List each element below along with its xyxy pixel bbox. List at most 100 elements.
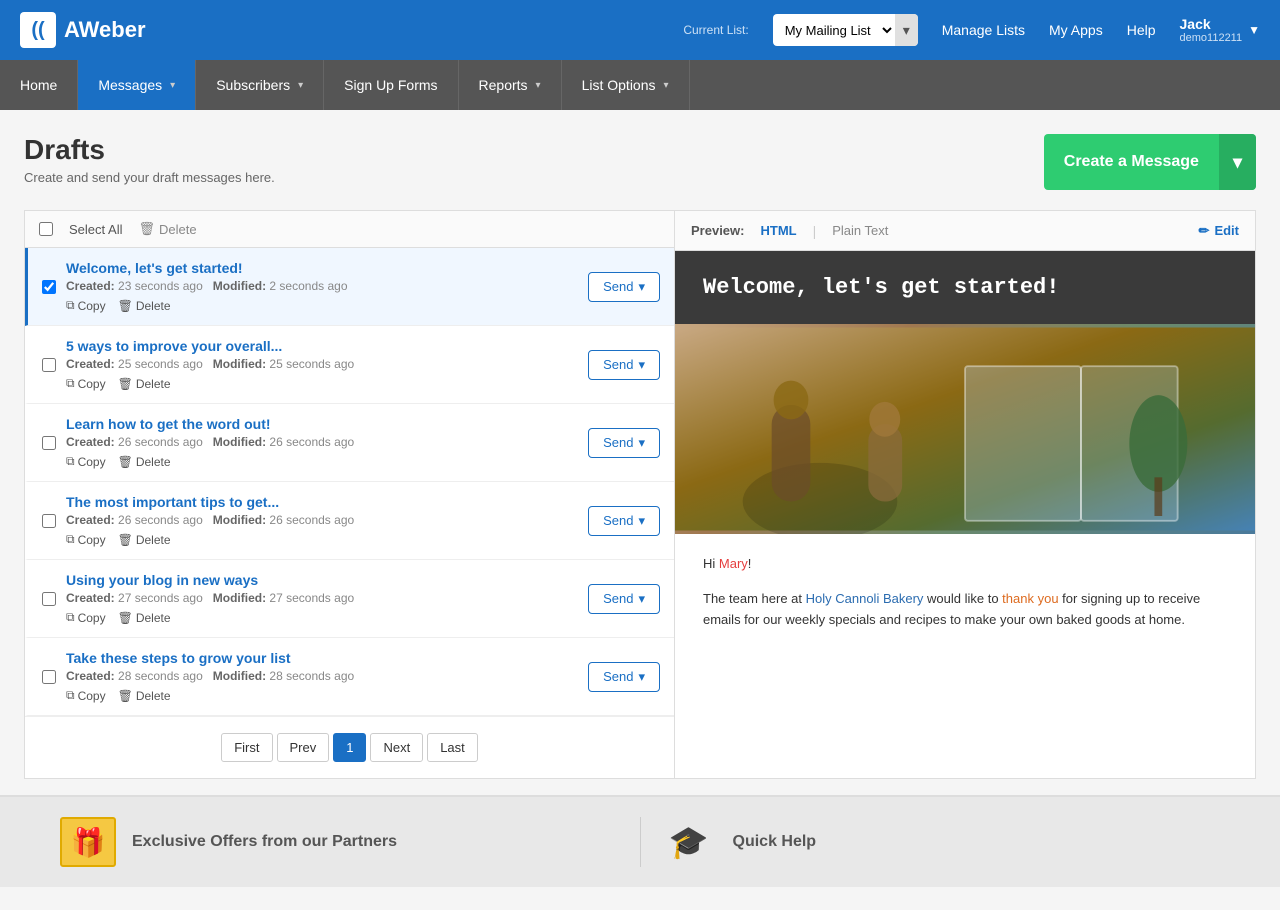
select-all-checkbox[interactable] bbox=[39, 222, 53, 236]
logo[interactable]: (( AWeber bbox=[20, 12, 146, 48]
send-button[interactable]: Send ▾ bbox=[588, 272, 660, 302]
edit-button[interactable]: ✏ Edit bbox=[1199, 223, 1239, 239]
preview-header: Preview: HTML | Plain Text ✏ Edit bbox=[675, 211, 1255, 251]
copy-button[interactable]: ⧉ Copy bbox=[66, 688, 106, 703]
page-title: Drafts bbox=[24, 134, 275, 166]
nav-subscribers-label: Subscribers bbox=[216, 77, 290, 93]
row-title[interactable]: Welcome, let's get started! bbox=[66, 260, 243, 276]
send-label: Send bbox=[603, 357, 633, 372]
delete-button[interactable]: 🗑 Delete bbox=[118, 532, 171, 547]
next-page-button[interactable]: Next bbox=[370, 733, 423, 762]
send-button[interactable]: Send ▾ bbox=[588, 350, 660, 380]
create-message-button[interactable]: Create a Message ▾ bbox=[1044, 134, 1256, 190]
page-1-button[interactable]: 1 bbox=[333, 733, 366, 762]
nav-signup-forms[interactable]: Sign Up Forms bbox=[324, 60, 458, 110]
list-select[interactable]: My Mailing List bbox=[773, 18, 895, 43]
my-apps-link[interactable]: My Apps bbox=[1049, 22, 1103, 38]
row-actions: ⧉ Copy 🗑 Delete bbox=[66, 298, 578, 313]
last-page-button[interactable]: Last bbox=[427, 733, 478, 762]
row-content: Using your blog in new ways Created: 27 … bbox=[66, 572, 578, 625]
user-info[interactable]: Jack demo112211 ▼ bbox=[1180, 16, 1260, 44]
row-meta: Created: 23 seconds ago Modified: 2 seco… bbox=[66, 279, 578, 293]
copy-icon: ⧉ bbox=[66, 532, 75, 547]
send-button[interactable]: Send ▾ bbox=[588, 662, 660, 692]
modified-label: Modified: bbox=[213, 279, 266, 293]
row-checkbox[interactable] bbox=[42, 592, 56, 606]
first-page-button[interactable]: First bbox=[221, 733, 272, 762]
send-chevron-icon: ▾ bbox=[638, 279, 645, 295]
row-content: Welcome, let's get started! Created: 23 … bbox=[66, 260, 578, 313]
nav-list-options[interactable]: List Options ▾ bbox=[562, 60, 690, 110]
delete-button[interactable]: 🗑 Delete bbox=[118, 298, 171, 313]
row-title[interactable]: The most important tips to get... bbox=[66, 494, 279, 510]
select-all-label[interactable]: Select All bbox=[69, 222, 122, 237]
row-checkbox[interactable] bbox=[42, 670, 56, 684]
delete-button[interactable]: 🗑 Delete bbox=[118, 454, 171, 469]
send-button[interactable]: Send ▾ bbox=[588, 506, 660, 536]
delete-button[interactable]: 🗑 Delete bbox=[118, 610, 171, 625]
plain-text-tab[interactable]: Plain Text bbox=[828, 221, 892, 240]
row-title[interactable]: Learn how to get the word out! bbox=[66, 416, 271, 432]
email-header-banner: Welcome, let's get started! bbox=[675, 251, 1255, 324]
copy-button[interactable]: ⧉ Copy bbox=[66, 298, 106, 313]
nav-reports[interactable]: Reports ▾ bbox=[459, 60, 562, 110]
bakery-highlight: Holy Cannoli Bakery bbox=[806, 591, 924, 606]
row-actions: ⧉ Copy 🗑 Delete bbox=[66, 532, 578, 547]
send-button[interactable]: Send ▾ bbox=[588, 428, 660, 458]
copy-label: Copy bbox=[78, 533, 106, 547]
footer-section-offers: 🎁 Exclusive Offers from our Partners bbox=[40, 817, 640, 867]
delete-label: Delete bbox=[136, 533, 171, 547]
nav-subscribers[interactable]: Subscribers ▾ bbox=[196, 60, 324, 110]
user-chevron-icon: ▼ bbox=[1248, 23, 1260, 37]
row-content: Learn how to get the word out! Created: … bbox=[66, 416, 578, 469]
row-checkbox[interactable] bbox=[42, 436, 56, 450]
delete-label: Delete bbox=[136, 455, 171, 469]
created-label: Created: bbox=[66, 279, 115, 293]
nav-home[interactable]: Home bbox=[0, 60, 78, 110]
html-tab[interactable]: HTML bbox=[756, 221, 800, 240]
prev-page-button[interactable]: Prev bbox=[277, 733, 330, 762]
copy-icon: ⧉ bbox=[66, 688, 75, 703]
delete-button[interactable]: 🗑 Delete bbox=[118, 688, 171, 703]
message-row: Learn how to get the word out! Created: … bbox=[25, 404, 674, 482]
row-checkbox[interactable] bbox=[42, 514, 56, 528]
send-chevron-icon: ▾ bbox=[638, 357, 645, 373]
nav-reports-chevron-icon: ▾ bbox=[536, 80, 541, 91]
list-selector-btn[interactable]: ▾ bbox=[895, 14, 918, 46]
page-title-area: Drafts Create and send your draft messag… bbox=[24, 134, 275, 185]
copy-button[interactable]: ⧉ Copy bbox=[66, 376, 106, 391]
list-selector[interactable]: My Mailing List ▾ bbox=[773, 14, 918, 46]
help-link[interactable]: Help bbox=[1127, 22, 1156, 38]
row-meta: Created: 28 seconds ago Modified: 28 sec… bbox=[66, 669, 578, 683]
created-label: Created: bbox=[66, 591, 115, 605]
logo-text: AWeber bbox=[64, 17, 146, 43]
manage-lists-link[interactable]: Manage Lists bbox=[942, 22, 1025, 38]
tab-divider: | bbox=[813, 223, 817, 239]
nav-messages-chevron-icon: ▾ bbox=[170, 80, 175, 91]
copy-button[interactable]: ⧉ Copy bbox=[66, 454, 106, 469]
send-button[interactable]: Send ▾ bbox=[588, 584, 660, 614]
current-list-label: Current List: bbox=[683, 23, 748, 37]
modified-label: Modified: bbox=[213, 669, 266, 683]
row-title[interactable]: Take these steps to grow your list bbox=[66, 650, 291, 666]
modified-label: Modified: bbox=[213, 435, 266, 449]
copy-button[interactable]: ⧉ Copy bbox=[66, 532, 106, 547]
nav-home-label: Home bbox=[20, 77, 57, 93]
delete-button[interactable]: 🗑 Delete bbox=[118, 376, 171, 391]
copy-button[interactable]: ⧉ Copy bbox=[66, 610, 106, 625]
row-checkbox[interactable] bbox=[42, 280, 56, 294]
highlight-name: Mary bbox=[719, 556, 748, 571]
email-hero-image bbox=[675, 324, 1255, 534]
send-label: Send bbox=[603, 591, 633, 606]
copy-icon: ⧉ bbox=[66, 298, 75, 313]
nav-messages[interactable]: Messages ▾ bbox=[78, 60, 196, 110]
email-body-text: The team here at Holy Cannoli Bakery wou… bbox=[703, 589, 1227, 631]
row-meta: Created: 27 seconds ago Modified: 27 sec… bbox=[66, 591, 578, 605]
trash-icon: 🗑 bbox=[138, 221, 155, 237]
row-title[interactable]: 5 ways to improve your overall... bbox=[66, 338, 282, 354]
row-checkbox[interactable] bbox=[42, 358, 56, 372]
copy-label: Copy bbox=[78, 455, 106, 469]
delete-icon: 🗑 bbox=[118, 299, 133, 313]
row-title[interactable]: Using your blog in new ways bbox=[66, 572, 258, 588]
toolbar-delete-button[interactable]: 🗑 Delete bbox=[138, 221, 196, 237]
